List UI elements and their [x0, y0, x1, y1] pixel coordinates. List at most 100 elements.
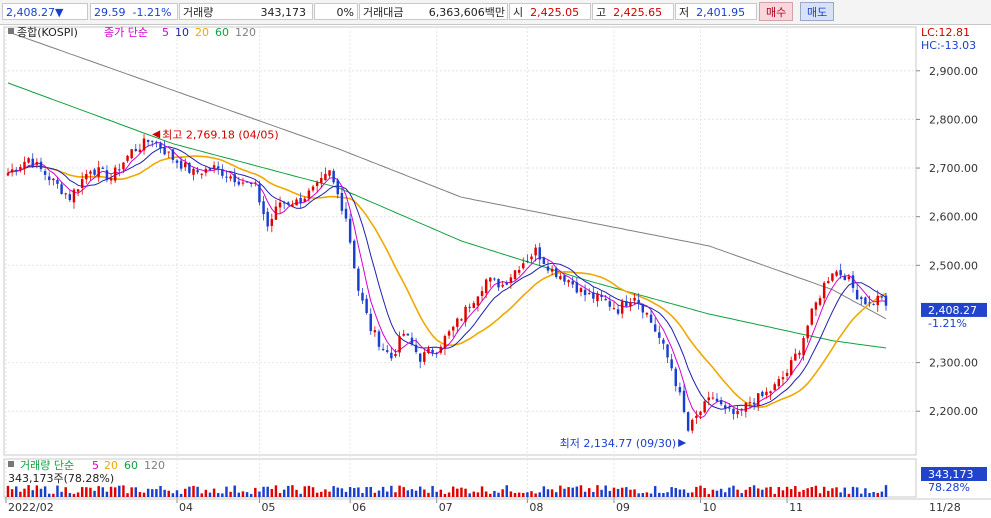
volume-bar	[134, 487, 138, 497]
candle-body	[575, 282, 579, 293]
candle-body	[225, 176, 228, 178]
volume-bar	[781, 490, 785, 497]
x-tick-label: 10	[703, 501, 717, 514]
sell-button[interactable]: 매도	[800, 2, 835, 21]
candle-body	[620, 301, 624, 314]
volume-bar	[402, 487, 405, 497]
volume-bar	[645, 492, 649, 497]
volume-bar	[423, 489, 426, 497]
candle-body	[526, 260, 529, 262]
volume-bar	[451, 486, 455, 497]
volume-bar	[822, 486, 826, 497]
volume-bar	[311, 487, 315, 497]
volume-bar	[439, 489, 443, 497]
volume-bar	[390, 485, 393, 497]
volume-bar	[340, 488, 344, 497]
volume-bar	[756, 488, 760, 497]
volume-bar	[641, 493, 645, 497]
stock-chart[interactable]: 2,900.00 2,800.00 2,700.00 2,600.00 2,500.00…	[0, 25, 991, 515]
candle-body	[303, 198, 307, 202]
volume-bar	[336, 487, 339, 497]
volume-bar	[320, 491, 323, 497]
candle-body	[501, 284, 504, 287]
hc-label: HC:-13.03	[921, 39, 976, 52]
y-tick-label: 2,500.00	[929, 259, 978, 272]
volume-legend-square-icon	[8, 461, 14, 467]
x-tick-label: 2022/02	[8, 501, 54, 514]
volume-bar	[662, 493, 665, 497]
candle-body	[699, 411, 702, 415]
legend-ma5: 5	[162, 26, 169, 39]
volume-bar	[233, 485, 236, 497]
candle-body	[831, 273, 834, 281]
volume-bar	[785, 486, 789, 497]
legend-ma20: 20	[195, 26, 209, 39]
volume-bar	[559, 485, 562, 497]
volume-bar	[200, 493, 203, 497]
candle-body	[534, 247, 537, 256]
volume-bar	[802, 489, 805, 497]
volume-bar	[860, 493, 863, 497]
volume-bar	[274, 485, 278, 497]
volume-bar	[328, 491, 331, 497]
candle-body	[175, 160, 179, 163]
candle-body	[93, 169, 96, 175]
x-tick-label: 11	[789, 501, 803, 514]
candle-body	[105, 170, 109, 180]
candle-body	[756, 393, 760, 406]
candle-body	[691, 419, 694, 431]
candle-body	[645, 312, 649, 315]
volume-bar	[691, 492, 694, 497]
candle-body	[608, 301, 612, 307]
volume-bar	[497, 492, 500, 497]
vol-legend-ma60: 60	[124, 459, 138, 472]
candle-body	[184, 162, 187, 168]
candle-body	[204, 168, 208, 173]
vol-legend-ma5: 5	[92, 459, 99, 472]
volume-bar	[353, 488, 356, 497]
low-annotation-text: 최저 2,134.77 (09/30)	[560, 437, 677, 450]
volume-bar	[724, 492, 727, 497]
volume-bar	[608, 491, 612, 497]
x-tick-label: 11/28	[929, 501, 961, 514]
volume-bar	[526, 492, 529, 497]
chart-area[interactable]: 2,900.00 2,800.00 2,700.00 2,600.00 2,500.00…	[0, 25, 991, 515]
price-legend: 종합(KOSPI) 종가 단순 5 10 20 60 120	[8, 26, 256, 39]
volume-bar	[6, 485, 10, 497]
volume-bar	[493, 490, 496, 497]
volume-bar	[43, 486, 47, 497]
volume-bar	[258, 491, 261, 497]
volume-bar	[489, 493, 492, 497]
candle-body	[752, 402, 756, 405]
volume-bar	[68, 493, 72, 497]
volume-bar	[122, 485, 125, 497]
low-cell: 저 2,401.95	[675, 3, 757, 20]
x-tick-label: 09	[616, 501, 630, 514]
volume-bar	[587, 488, 591, 497]
candle-body	[571, 281, 574, 285]
buy-button[interactable]: 매수	[759, 2, 794, 21]
volume-bar	[546, 489, 550, 497]
y-tick-label: 2,800.00	[929, 113, 978, 126]
change-value: 29.59	[94, 6, 126, 19]
x-tick-label: 06	[352, 501, 366, 514]
candle-body	[406, 333, 410, 336]
volume-bar	[876, 492, 879, 497]
candle-body	[171, 149, 175, 160]
candle-body	[274, 206, 278, 220]
candle-body	[451, 326, 455, 331]
volume-bar	[464, 488, 467, 497]
volume-bar	[146, 488, 150, 497]
candle-body	[146, 139, 150, 142]
candle-body	[612, 308, 616, 310]
volume-legend-value: 343,173주(78.28%)	[8, 472, 114, 485]
volume-bar	[728, 487, 731, 497]
candle-body	[678, 387, 682, 393]
volume-bar	[831, 488, 834, 497]
volume-bar	[670, 487, 673, 497]
volume-bar	[171, 493, 175, 497]
candle-body	[864, 297, 867, 305]
candle-body	[456, 318, 459, 327]
volume-bar	[204, 489, 208, 497]
candle-body	[666, 344, 669, 358]
